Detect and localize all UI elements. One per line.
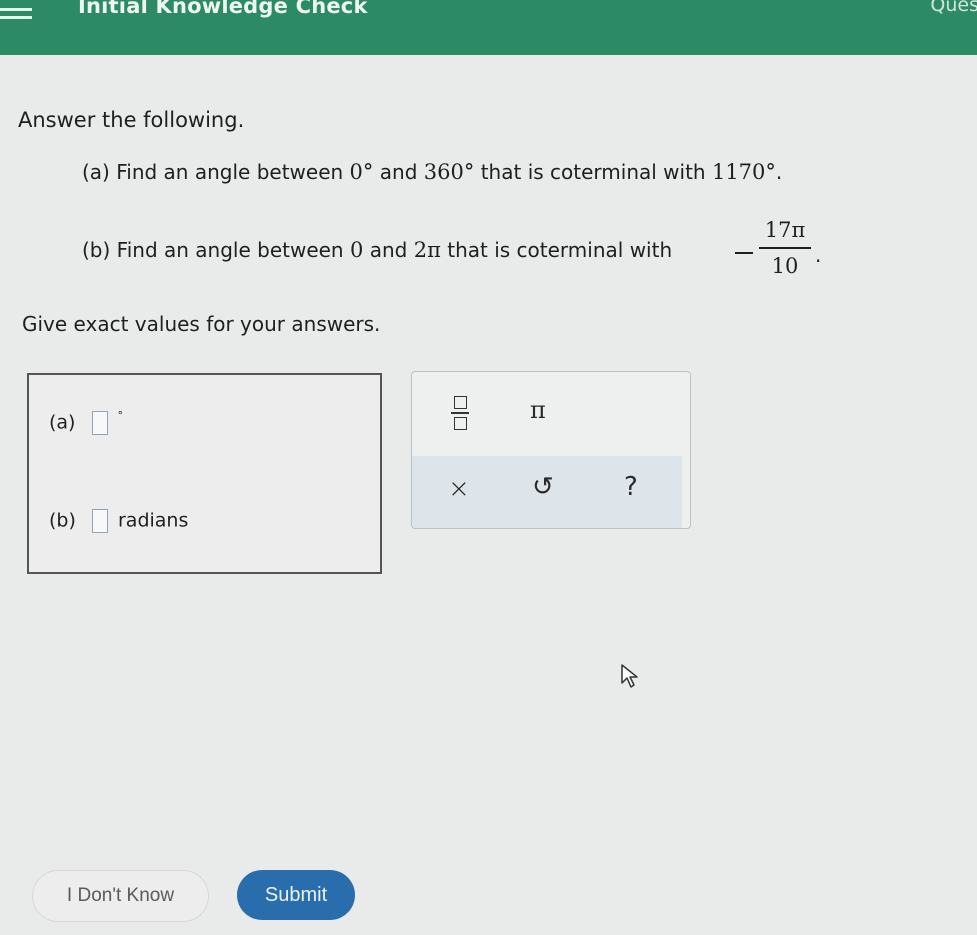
submit-button[interactable]: Submit [237, 870, 355, 920]
help-key[interactable]: ? [624, 472, 638, 502]
part-a-target: 1170° [711, 160, 776, 184]
question-prompt: Answer the following. [18, 108, 245, 132]
undo-key[interactable]: ↺ [532, 472, 554, 502]
part-a-end: . [775, 160, 783, 184]
minus-sign [735, 252, 753, 254]
top-bar: Initial Knowledge Check Ques [0, 0, 977, 55]
part-b-text: (b) Find an angle between 0 and 2π that … [82, 238, 672, 262]
clear-key[interactable]: × [448, 474, 470, 504]
part-a-tail: that is coterminal with [480, 160, 706, 184]
part-a-label: (a) Find an angle between [82, 160, 344, 184]
answer-a-label: (a) [49, 411, 76, 434]
part-a-text: (a) Find an angle between 0° and 360° th… [82, 160, 782, 184]
part-b-label: (b) Find an angle between [82, 238, 344, 262]
question-label: Ques [930, 0, 977, 16]
answer-area: (a) ° (b) radians [27, 373, 382, 574]
answer-a-input[interactable] [91, 411, 108, 435]
fraction-denominator: 10 [771, 254, 799, 278]
dont-know-button[interactable]: I Don't Know [32, 870, 209, 922]
fraction-numerator: 17π [764, 218, 806, 242]
answer-row-a: (a) ° [49, 409, 124, 435]
pi-key[interactable]: π [530, 396, 546, 424]
part-b-lower: 0 [349, 238, 364, 262]
part-a-upper: 360° [423, 160, 475, 184]
part-a-and: and [379, 160, 418, 184]
part-b-tail: that is coterminal with [447, 238, 673, 262]
mouse-pointer-icon [621, 664, 638, 688]
part-b-and: and [369, 238, 408, 262]
fraction-icon [453, 396, 467, 409]
page-title: Initial Knowledge Check [78, 0, 368, 18]
fraction-key[interactable] [450, 396, 470, 436]
math-keypad: π × ↺ ? [411, 371, 691, 529]
answer-a-unit: ° [117, 409, 124, 422]
part-a-lower: 0° [349, 160, 374, 184]
answer-b-input[interactable] [91, 509, 108, 533]
fraction-bar [759, 247, 811, 249]
answer-b-unit: radians [117, 509, 189, 532]
answer-b-label: (b) [49, 509, 76, 532]
part-b-end: . [815, 243, 822, 267]
part-b-upper: 2π [413, 238, 441, 262]
answer-row-b: (b) radians [49, 509, 188, 533]
menu-icon[interactable] [0, 8, 32, 22]
instructions: Give exact values for your answers. [22, 312, 381, 336]
